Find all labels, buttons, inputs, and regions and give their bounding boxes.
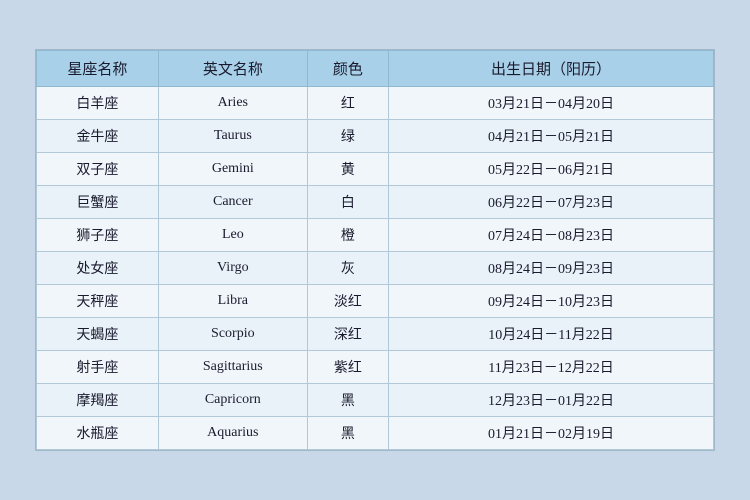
cell-color: 深红 [307, 318, 388, 351]
cell-zh-name: 巨蟹座 [37, 186, 159, 219]
cell-color: 黄 [307, 153, 388, 186]
cell-color: 橙 [307, 219, 388, 252]
cell-zh-name: 摩羯座 [37, 384, 159, 417]
table-row: 金牛座Taurus绿04月21日－05月21日 [37, 120, 714, 153]
cell-zh-name: 射手座 [37, 351, 159, 384]
cell-birthdate: 11月23日－12月22日 [389, 351, 714, 384]
cell-color: 黑 [307, 417, 388, 450]
cell-birthdate: 07月24日－08月23日 [389, 219, 714, 252]
cell-en-name: Scorpio [158, 318, 307, 351]
cell-zh-name: 狮子座 [37, 219, 159, 252]
cell-color: 淡红 [307, 285, 388, 318]
cell-birthdate: 03月21日－04月20日 [389, 87, 714, 120]
cell-zh-name: 金牛座 [37, 120, 159, 153]
cell-color: 紫红 [307, 351, 388, 384]
cell-en-name: Gemini [158, 153, 307, 186]
cell-color: 黑 [307, 384, 388, 417]
cell-en-name: Virgo [158, 252, 307, 285]
zodiac-table: 星座名称 英文名称 颜色 出生日期（阳历） 白羊座Aries红03月21日－04… [36, 50, 714, 450]
cell-en-name: Cancer [158, 186, 307, 219]
header-zh-name: 星座名称 [37, 51, 159, 87]
table-row: 水瓶座Aquarius黑01月21日－02月19日 [37, 417, 714, 450]
cell-en-name: Capricorn [158, 384, 307, 417]
table-row: 狮子座Leo橙07月24日－08月23日 [37, 219, 714, 252]
cell-en-name: Aquarius [158, 417, 307, 450]
cell-zh-name: 处女座 [37, 252, 159, 285]
zodiac-table-container: 星座名称 英文名称 颜色 出生日期（阳历） 白羊座Aries红03月21日－04… [35, 49, 715, 451]
table-row: 射手座Sagittarius紫红11月23日－12月22日 [37, 351, 714, 384]
table-row: 巨蟹座Cancer白06月22日－07月23日 [37, 186, 714, 219]
cell-zh-name: 天秤座 [37, 285, 159, 318]
cell-en-name: Sagittarius [158, 351, 307, 384]
cell-birthdate: 12月23日－01月22日 [389, 384, 714, 417]
cell-en-name: Taurus [158, 120, 307, 153]
cell-birthdate: 10月24日－11月22日 [389, 318, 714, 351]
table-row: 白羊座Aries红03月21日－04月20日 [37, 87, 714, 120]
cell-birthdate: 05月22日－06月21日 [389, 153, 714, 186]
cell-color: 灰 [307, 252, 388, 285]
header-en-name: 英文名称 [158, 51, 307, 87]
cell-en-name: Leo [158, 219, 307, 252]
cell-birthdate: 04月21日－05月21日 [389, 120, 714, 153]
cell-color: 绿 [307, 120, 388, 153]
cell-birthdate: 08月24日－09月23日 [389, 252, 714, 285]
cell-zh-name: 双子座 [37, 153, 159, 186]
cell-en-name: Libra [158, 285, 307, 318]
cell-zh-name: 天蝎座 [37, 318, 159, 351]
header-color: 颜色 [307, 51, 388, 87]
cell-en-name: Aries [158, 87, 307, 120]
cell-birthdate: 09月24日－10月23日 [389, 285, 714, 318]
table-row: 处女座Virgo灰08月24日－09月23日 [37, 252, 714, 285]
cell-birthdate: 01月21日－02月19日 [389, 417, 714, 450]
cell-zh-name: 水瓶座 [37, 417, 159, 450]
cell-color: 白 [307, 186, 388, 219]
table-header-row: 星座名称 英文名称 颜色 出生日期（阳历） [37, 51, 714, 87]
cell-birthdate: 06月22日－07月23日 [389, 186, 714, 219]
table-row: 摩羯座Capricorn黑12月23日－01月22日 [37, 384, 714, 417]
table-row: 天蝎座Scorpio深红10月24日－11月22日 [37, 318, 714, 351]
table-row: 双子座Gemini黄05月22日－06月21日 [37, 153, 714, 186]
table-row: 天秤座Libra淡红09月24日－10月23日 [37, 285, 714, 318]
cell-zh-name: 白羊座 [37, 87, 159, 120]
header-birthdate: 出生日期（阳历） [389, 51, 714, 87]
cell-color: 红 [307, 87, 388, 120]
